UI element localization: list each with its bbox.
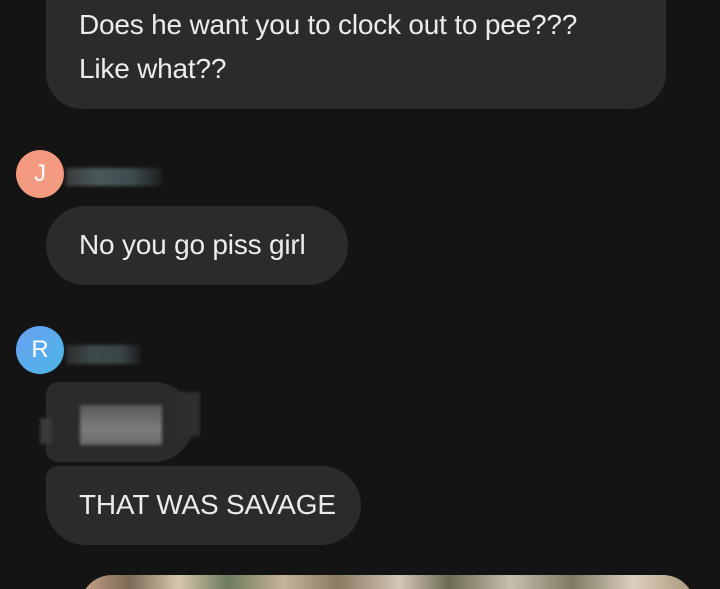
avatar[interactable]: R bbox=[16, 326, 64, 374]
message-bubble[interactable]: No you go piss girl bbox=[46, 206, 348, 285]
avatar-initial: J bbox=[34, 160, 46, 187]
message-text: THAT WAS SAVAGE bbox=[79, 489, 336, 520]
message-bubble[interactable]: Does he want you to clock out to pee??? … bbox=[46, 0, 666, 109]
redacted-sender-name bbox=[66, 168, 162, 186]
message-text-line: Does he want you to clock out to pee??? bbox=[79, 9, 578, 40]
redaction-mark bbox=[40, 418, 52, 444]
avatar-initial: R bbox=[31, 336, 49, 363]
redacted-message-text bbox=[80, 405, 162, 445]
redaction-mark bbox=[178, 392, 200, 436]
avatar[interactable]: J bbox=[16, 150, 64, 198]
message-text: No you go piss girl bbox=[79, 229, 306, 260]
conversation-view: Does he want you to clock out to pee??? … bbox=[0, 0, 720, 589]
image-attachment[interactable] bbox=[80, 575, 695, 589]
redacted-sender-name bbox=[66, 345, 140, 364]
message-bubble[interactable]: THAT WAS SAVAGE bbox=[46, 466, 361, 545]
message-text-line: Like what?? bbox=[79, 53, 227, 84]
